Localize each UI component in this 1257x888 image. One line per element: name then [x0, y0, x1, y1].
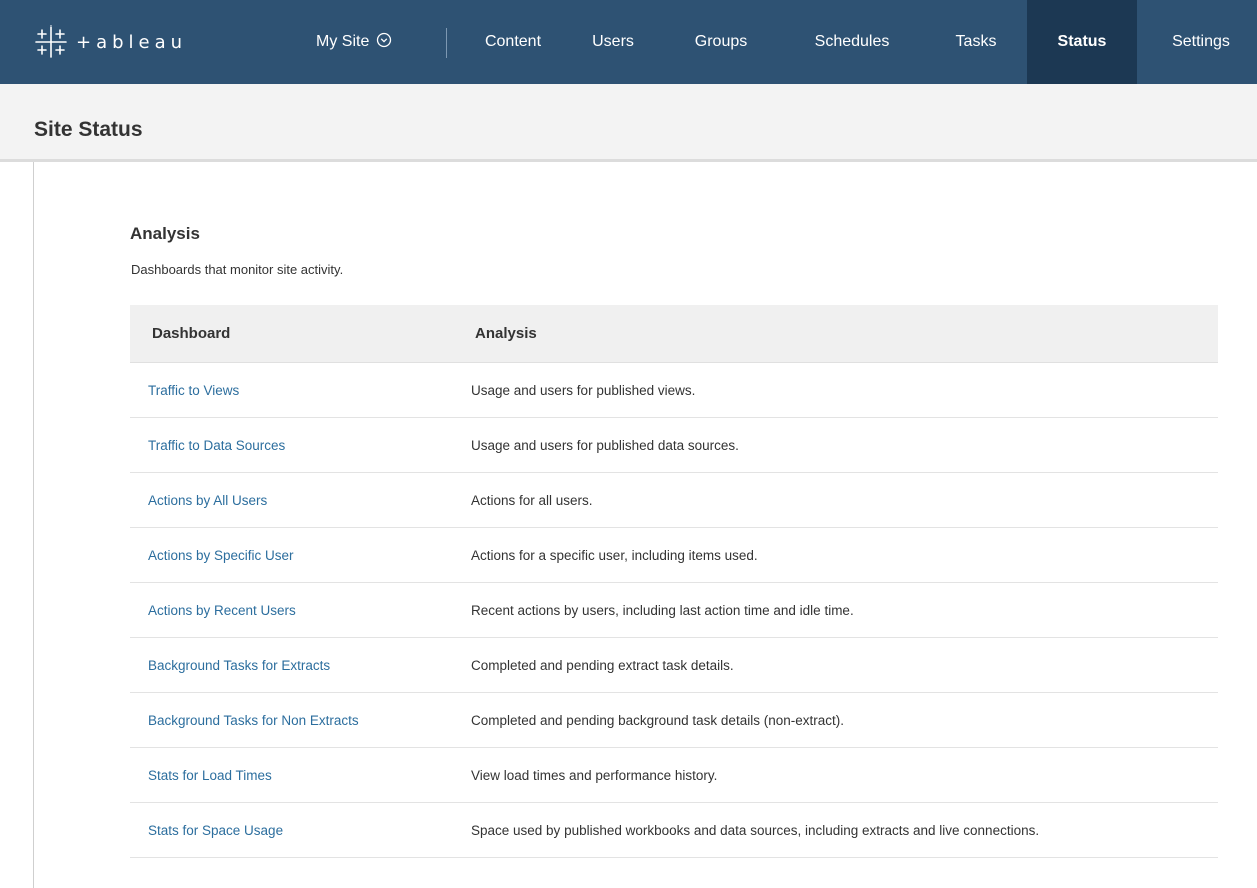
- table-header-row: Dashboard Analysis: [130, 305, 1218, 363]
- nav-tab-status[interactable]: Status: [1027, 0, 1137, 84]
- section-description: Dashboards that monitor site activity.: [131, 262, 344, 277]
- dashboard-cell: Actions by Specific User: [130, 527, 454, 583]
- page-title: Site Status: [34, 118, 143, 141]
- dashboard-cell: Traffic to Data Sources: [130, 417, 454, 473]
- analysis-cell: View load times and performance history.: [454, 747, 1218, 803]
- analysis-cell: Usage and users for published views.: [454, 362, 1218, 418]
- dashboard-link-stats-for-load-times[interactable]: Stats for Load Times: [148, 768, 272, 783]
- dashboard-cell: Stats for Space Usage: [130, 802, 454, 858]
- dashboards-table: Dashboard Analysis Traffic to Views Usag…: [130, 305, 1218, 858]
- dashboard-cell: Actions by All Users: [130, 472, 454, 528]
- content-left-border: [33, 162, 34, 888]
- dashboard-link-stats-for-space-usage[interactable]: Stats for Space Usage: [148, 823, 283, 838]
- analysis-cell: Recent actions by users, including last …: [454, 582, 1218, 638]
- logo-wordmark: +ableau: [76, 31, 188, 53]
- table-row: Actions by All Users Actions for all use…: [130, 472, 1218, 528]
- table-row: Actions by Recent Users Recent actions b…: [130, 582, 1218, 638]
- nav-tab-groups[interactable]: Groups: [674, 0, 768, 84]
- analysis-cell: Actions for a specific user, including i…: [454, 527, 1218, 583]
- site-switcher-label: My Site: [316, 33, 370, 50]
- analysis-cell: Actions for all users.: [454, 472, 1218, 528]
- dashboard-cell: Traffic to Views: [130, 362, 454, 418]
- column-header-dashboard: Dashboard: [130, 305, 454, 363]
- site-switcher[interactable]: My Site: [316, 0, 392, 84]
- dashboard-cell: Stats for Load Times: [130, 747, 454, 803]
- dashboard-cell: Background Tasks for Extracts: [130, 637, 454, 693]
- nav-tab-content[interactable]: Content: [466, 0, 560, 84]
- nav-tab-users[interactable]: Users: [574, 0, 652, 84]
- dashboard-link-actions-by-all-users[interactable]: Actions by All Users: [148, 493, 267, 508]
- tableau-logo[interactable]: +ableau: [34, 0, 187, 84]
- nav-tab-tasks[interactable]: Tasks: [934, 0, 1018, 84]
- nav-divider: [446, 28, 447, 58]
- top-navigation-bar: +ableau My Site Content Users Groups Sch…: [0, 0, 1257, 84]
- dashboard-link-background-tasks-for-extracts[interactable]: Background Tasks for Extracts: [148, 658, 330, 673]
- dashboard-cell: Actions by Recent Users: [130, 582, 454, 638]
- analysis-cell: Space used by published workbooks and da…: [454, 802, 1218, 858]
- table-row: Traffic to Views Usage and users for pub…: [130, 362, 1218, 418]
- dashboard-link-actions-by-recent-users[interactable]: Actions by Recent Users: [148, 603, 296, 618]
- table-row: Background Tasks for Non Extracts Comple…: [130, 692, 1218, 748]
- page-header: Site Status: [0, 84, 1257, 162]
- table-row: Stats for Space Usage Space used by publ…: [130, 802, 1218, 858]
- analysis-cell: Usage and users for published data sourc…: [454, 417, 1218, 473]
- table-row: Traffic to Data Sources Usage and users …: [130, 417, 1218, 473]
- table-row: Stats for Load Times View load times and…: [130, 747, 1218, 803]
- analysis-cell: Completed and pending extract task detai…: [454, 637, 1218, 693]
- tableau-cross-logo-icon: [34, 25, 68, 59]
- table-row: Background Tasks for Extracts Completed …: [130, 637, 1218, 693]
- nav-tab-schedules[interactable]: Schedules: [790, 0, 914, 84]
- dashboard-link-background-tasks-for-non-extracts[interactable]: Background Tasks for Non Extracts: [148, 713, 359, 728]
- nav-tab-settings[interactable]: Settings: [1145, 0, 1257, 84]
- chevron-circle-down-icon: [376, 32, 392, 53]
- analysis-cell: Completed and pending background task de…: [454, 692, 1218, 748]
- column-header-analysis: Analysis: [454, 305, 1218, 363]
- dashboard-link-traffic-to-views[interactable]: Traffic to Views: [148, 383, 239, 398]
- table-row: Actions by Specific User Actions for a s…: [130, 527, 1218, 583]
- dashboard-link-actions-by-specific-user[interactable]: Actions by Specific User: [148, 548, 294, 563]
- dashboard-link-traffic-to-data-sources[interactable]: Traffic to Data Sources: [148, 438, 285, 453]
- section-title: Analysis: [130, 224, 200, 243]
- dashboard-cell: Background Tasks for Non Extracts: [130, 692, 454, 748]
